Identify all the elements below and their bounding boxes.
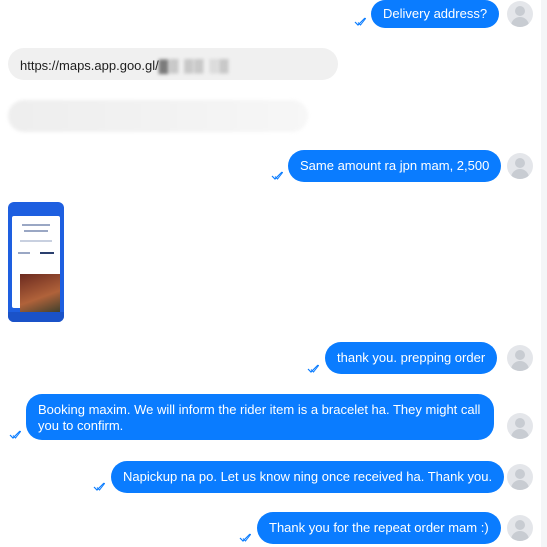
default-avatar-icon[interactable] <box>507 1 533 27</box>
message-text: Thank you for the repeat order mam :) <box>269 520 489 535</box>
seen-check-icon <box>271 171 283 180</box>
outgoing-message[interactable]: Same amount ra jpn mam, 2,500 <box>288 150 502 182</box>
default-avatar-icon[interactable] <box>507 464 533 490</box>
default-avatar-icon[interactable] <box>507 413 533 439</box>
default-avatar-icon[interactable] <box>507 153 533 179</box>
incoming-message-link[interactable]: https://maps.app.goo.gl/▓▒ ▒▒ ░▒ <box>8 48 338 80</box>
chat-thread[interactable]: Delivery address? https://maps.app.goo.g… <box>0 0 547 547</box>
seen-check-icon <box>354 17 366 26</box>
seen-check-icon <box>9 430 21 439</box>
outgoing-message[interactable]: Booking maxim. We will inform the rider … <box>26 394 494 440</box>
scrollbar[interactable] <box>541 0 547 547</box>
poster-thumbnail <box>20 274 60 316</box>
message-text: thank you. prepping order <box>337 350 486 365</box>
outgoing-message[interactable]: thank you. prepping order <box>325 342 498 374</box>
message-text: Delivery address? <box>383 6 488 21</box>
link-text[interactable]: https://maps.app.goo.gl/ <box>20 58 159 73</box>
message-text: Same amount ra jpn mam, 2,500 <box>300 158 490 173</box>
outgoing-message[interactable]: Thank you for the repeat order mam :) <box>257 512 501 544</box>
default-avatar-icon[interactable] <box>507 515 533 541</box>
screenshot-image[interactable] <box>8 202 64 322</box>
seen-check-icon <box>307 364 319 373</box>
message-text: Booking maxim. We will inform the rider … <box>38 402 481 433</box>
outgoing-message[interactable]: Delivery address? <box>371 0 500 28</box>
default-avatar-icon[interactable] <box>507 345 533 371</box>
seen-check-icon <box>93 482 105 491</box>
redacted-text: ▓▒ ▒▒ ░▒ <box>158 58 230 73</box>
seen-check-icon <box>239 533 251 542</box>
message-text: Napickup na po. Let us know ning once re… <box>123 469 493 484</box>
redacted-message <box>8 100 308 132</box>
image-screen <box>12 216 60 316</box>
outgoing-message[interactable]: Napickup na po. Let us know ning once re… <box>111 461 505 493</box>
